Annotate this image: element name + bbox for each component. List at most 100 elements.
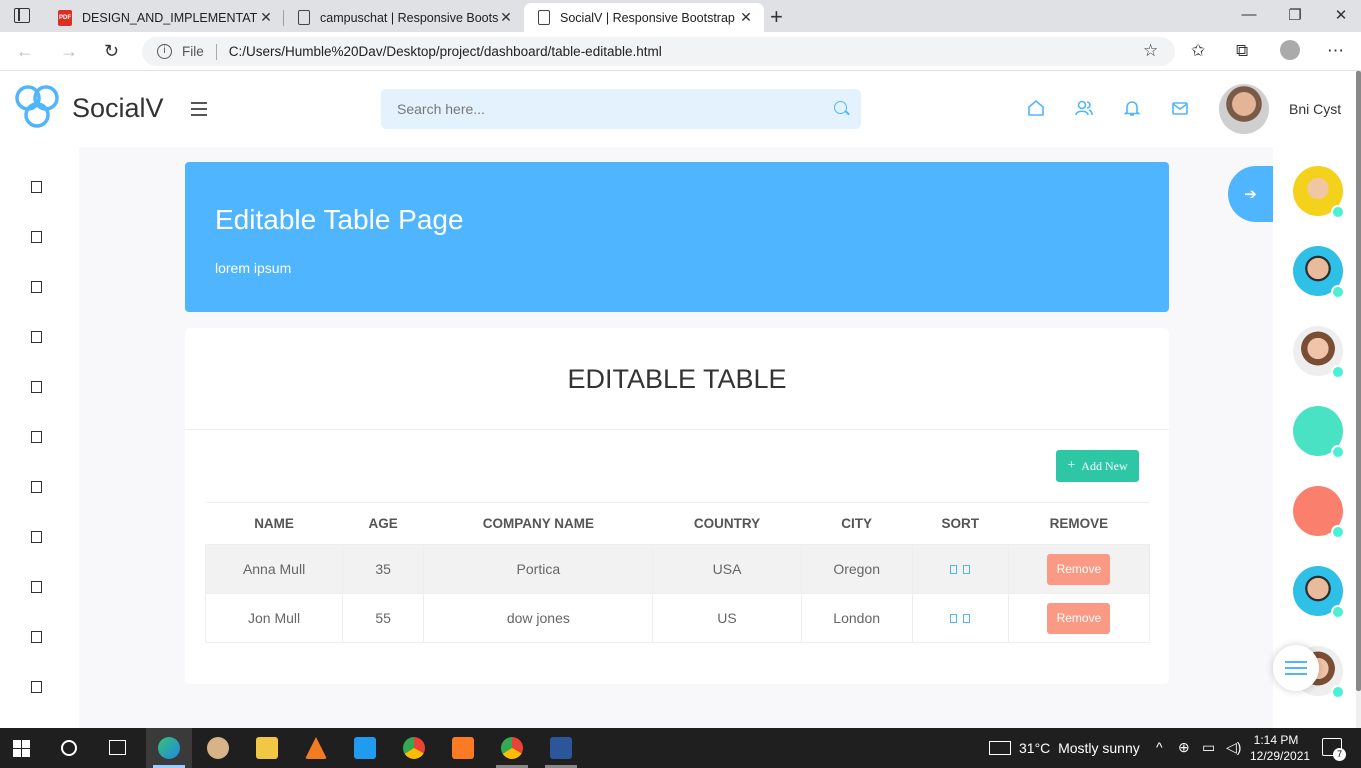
chat-contact-avatar[interactable] — [1293, 246, 1345, 299]
sort-down-icon[interactable] — [963, 614, 971, 623]
remove-button[interactable]: Remove — [1047, 553, 1111, 585]
browser-tab-socialv[interactable]: SocialV | Responsive Bootstrap 5 ✕ — [524, 3, 764, 32]
pdf-icon: PDF — [58, 9, 72, 26]
sidebar-item-icon[interactable] — [31, 681, 42, 693]
table-row: Anna Mull 35 Portica USA Oregon Remove — [204, 544, 1151, 594]
restore-button[interactable]: ❐ — [1280, 6, 1310, 24]
clock[interactable]: 1:14 PM 12/29/2021 — [1250, 732, 1310, 764]
table-row: Jon Mull 55 dow jones US London Remove — [204, 593, 1151, 643]
search-icon[interactable] — [61, 740, 77, 756]
sidebar-item-icon[interactable] — [31, 381, 42, 393]
collections-icon[interactable]: ⧉ — [1236, 41, 1248, 61]
sidebar-item-icon[interactable] — [31, 631, 42, 643]
friends-icon[interactable] — [1075, 99, 1093, 117]
add-favorite-icon[interactable]: ☆ — [1143, 41, 1158, 61]
browser-tab-campuschat[interactable]: campuschat | Responsive Bootstr ✕ — [284, 3, 524, 32]
favorites-icon[interactable]: ✩ — [1191, 41, 1205, 61]
online-status-icon — [1331, 365, 1345, 379]
browser-tab-pdf[interactable]: PDF DESIGN_AND_IMPLEMENTATION ✕ — [44, 3, 284, 32]
chat-menu-button[interactable] — [1273, 645, 1319, 691]
cell-name[interactable]: Jon Mull — [204, 593, 344, 643]
more-icon[interactable]: ⋯ — [1327, 41, 1344, 61]
chat-contact-avatar[interactable] — [1293, 566, 1345, 619]
chat-rail — [1273, 147, 1356, 728]
tab-actions-icon[interactable] — [14, 8, 30, 23]
forward-icon[interactable]: → — [60, 41, 78, 62]
chrome-profile-icon[interactable] — [501, 737, 523, 759]
notification-bell-icon[interactable] — [1123, 99, 1141, 117]
cell-age[interactable]: 35 — [342, 544, 425, 594]
user-avatar[interactable] — [1219, 84, 1269, 134]
sidebar-item-icon[interactable] — [31, 481, 42, 493]
chat-contact-avatar[interactable] — [1293, 406, 1345, 459]
search-input[interactable]: Search here... — [381, 89, 861, 129]
cell-company[interactable]: Portica — [423, 544, 654, 594]
sidebar — [0, 147, 79, 728]
remove-button[interactable]: Remove — [1047, 602, 1111, 634]
info-icon[interactable]: i — [157, 44, 172, 59]
task-view-icon[interactable] — [109, 740, 126, 755]
cell-company[interactable]: dow jones — [423, 593, 654, 643]
browser-profile-icon[interactable] — [1280, 40, 1300, 60]
word-icon[interactable] — [550, 737, 572, 759]
battery-icon[interactable]: ▭ — [1202, 739, 1215, 756]
back-icon[interactable]: ← — [16, 41, 34, 62]
edge-icon[interactable] — [158, 737, 180, 759]
cell-sort — [911, 593, 1009, 643]
cell-country[interactable]: US — [652, 593, 802, 643]
sidebar-item-icon[interactable] — [31, 181, 42, 193]
volume-icon[interactable]: ◁) — [1226, 739, 1241, 756]
add-new-button[interactable]: + Add New — [1056, 450, 1139, 482]
close-icon[interactable]: ✕ — [498, 9, 514, 26]
chevron-up-icon[interactable]: ^ — [1156, 739, 1163, 755]
sidebar-item-icon[interactable] — [31, 581, 42, 593]
sidebar-item-icon[interactable] — [31, 531, 42, 543]
window-close-button[interactable]: ✕ — [1326, 6, 1356, 24]
sort-down-icon[interactable] — [963, 565, 971, 574]
cell-sort — [911, 544, 1009, 594]
online-status-icon — [1331, 285, 1345, 299]
page-scrollbar[interactable] — [1356, 71, 1361, 728]
vlc-icon[interactable] — [305, 737, 327, 759]
mail-icon[interactable] — [1171, 99, 1189, 117]
column-header: SORT — [912, 502, 1009, 545]
sidebar-item-icon[interactable] — [31, 231, 42, 243]
sort-up-icon[interactable] — [950, 565, 958, 574]
username[interactable]: Bni Cyst — [1289, 101, 1341, 117]
close-icon[interactable]: ✕ — [258, 9, 274, 26]
search-icon[interactable] — [834, 101, 847, 114]
url-text[interactable]: C:/Users/Humble%20Dav/Desktop/project/da… — [229, 44, 662, 59]
sort-up-icon[interactable] — [950, 614, 958, 623]
url-field[interactable]: i File C:/Users/Humble%20Dav/Desktop/pro… — [142, 37, 1175, 66]
column-header: AGE — [342, 502, 424, 545]
file-explorer-icon[interactable] — [256, 737, 278, 759]
socialv-logo-icon[interactable] — [12, 83, 62, 133]
home-icon[interactable] — [1027, 99, 1045, 117]
arrow-right-icon: ➔ — [1244, 186, 1257, 203]
menu-toggle-icon[interactable] — [191, 102, 207, 120]
xampp-icon[interactable] — [452, 737, 474, 759]
new-tab-button[interactable]: + — [770, 4, 783, 30]
sidebar-item-icon[interactable] — [31, 431, 42, 443]
chat-contact-avatar[interactable] — [1293, 326, 1345, 379]
sidebar-item-icon[interactable] — [31, 281, 42, 293]
paint-icon[interactable] — [207, 737, 229, 759]
refresh-icon[interactable]: ↻ — [104, 41, 119, 62]
vscode-icon[interactable] — [354, 737, 376, 759]
chat-contact-avatar[interactable] — [1293, 486, 1345, 539]
chrome-icon[interactable] — [403, 737, 425, 759]
sidebar-item-icon[interactable] — [31, 331, 42, 343]
cell-age[interactable]: 55 — [342, 593, 425, 643]
minimize-button[interactable]: — — [1234, 6, 1264, 23]
cell-name[interactable]: Anna Mull — [204, 544, 344, 594]
close-icon[interactable]: ✕ — [738, 9, 754, 26]
brand-name[interactable]: SocialV — [72, 93, 164, 124]
chat-contact-avatar[interactable] — [1293, 166, 1345, 219]
browser-address-bar: ← → ↻ i File C:/Users/Humble%20Dav/Deskt… — [0, 32, 1361, 71]
cell-city[interactable]: London — [800, 593, 913, 643]
cell-country[interactable]: USA — [652, 544, 802, 594]
weather-widget[interactable]: 31°C Mostly sunny — [989, 740, 1140, 756]
cell-city[interactable]: Oregon — [800, 544, 913, 594]
network-globe-icon[interactable]: ⊕ — [1178, 739, 1190, 756]
windows-start-icon[interactable] — [13, 740, 30, 757]
